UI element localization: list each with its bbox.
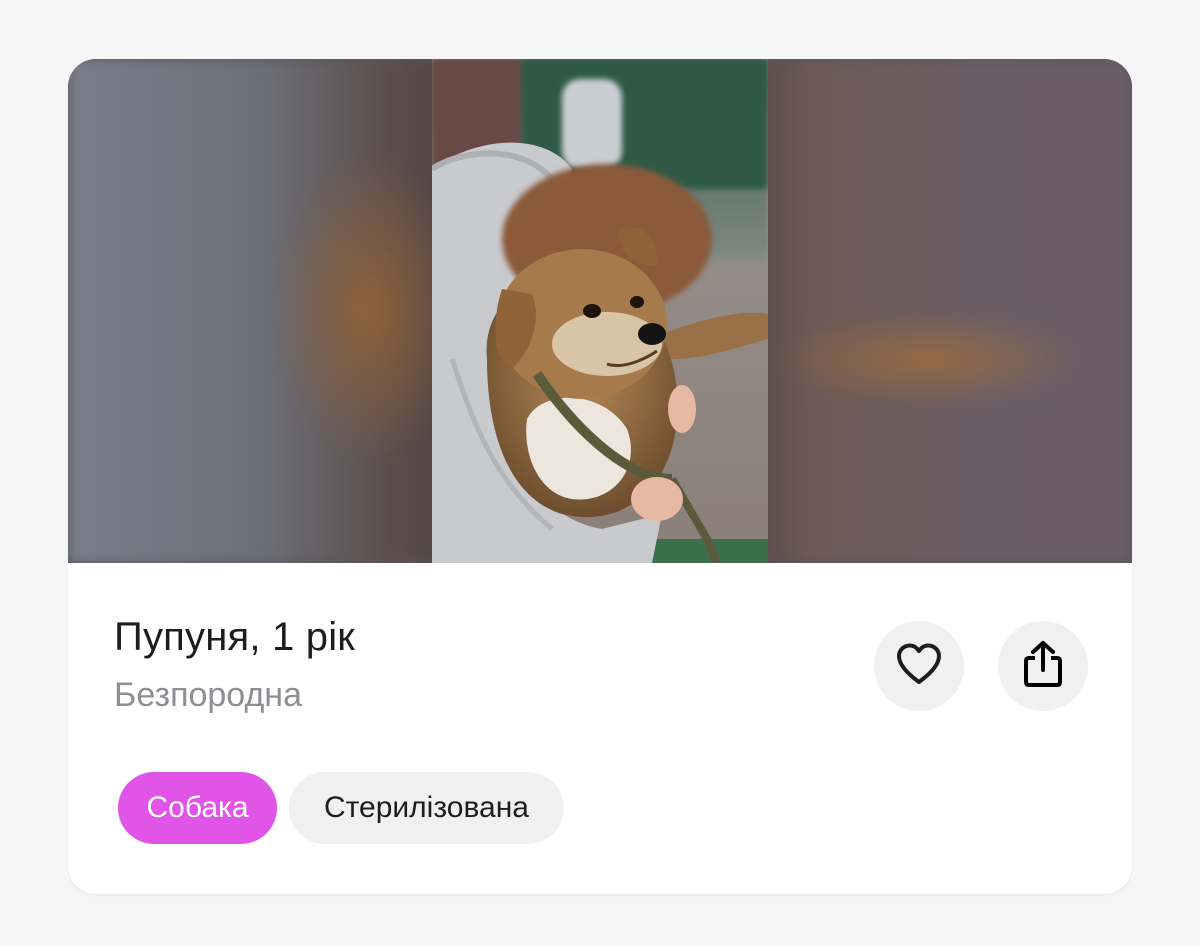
share-button[interactable] <box>998 621 1088 711</box>
share-icon <box>1022 640 1064 693</box>
tag-sterilized: Стерилізована <box>289 772 564 844</box>
pet-name-age: Пупуня, 1 рік <box>114 615 355 659</box>
pet-photo-image <box>432 59 768 563</box>
pet-photo[interactable] <box>68 59 1132 563</box>
heart-icon <box>895 642 943 691</box>
favorite-button[interactable] <box>874 621 964 711</box>
pet-breed: Безпородна <box>114 676 302 714</box>
pet-card[interactable]: Пупуня, 1 рік Безпородна Собака Стериліз… <box>68 59 1132 894</box>
tag-species: Собака <box>118 772 277 844</box>
